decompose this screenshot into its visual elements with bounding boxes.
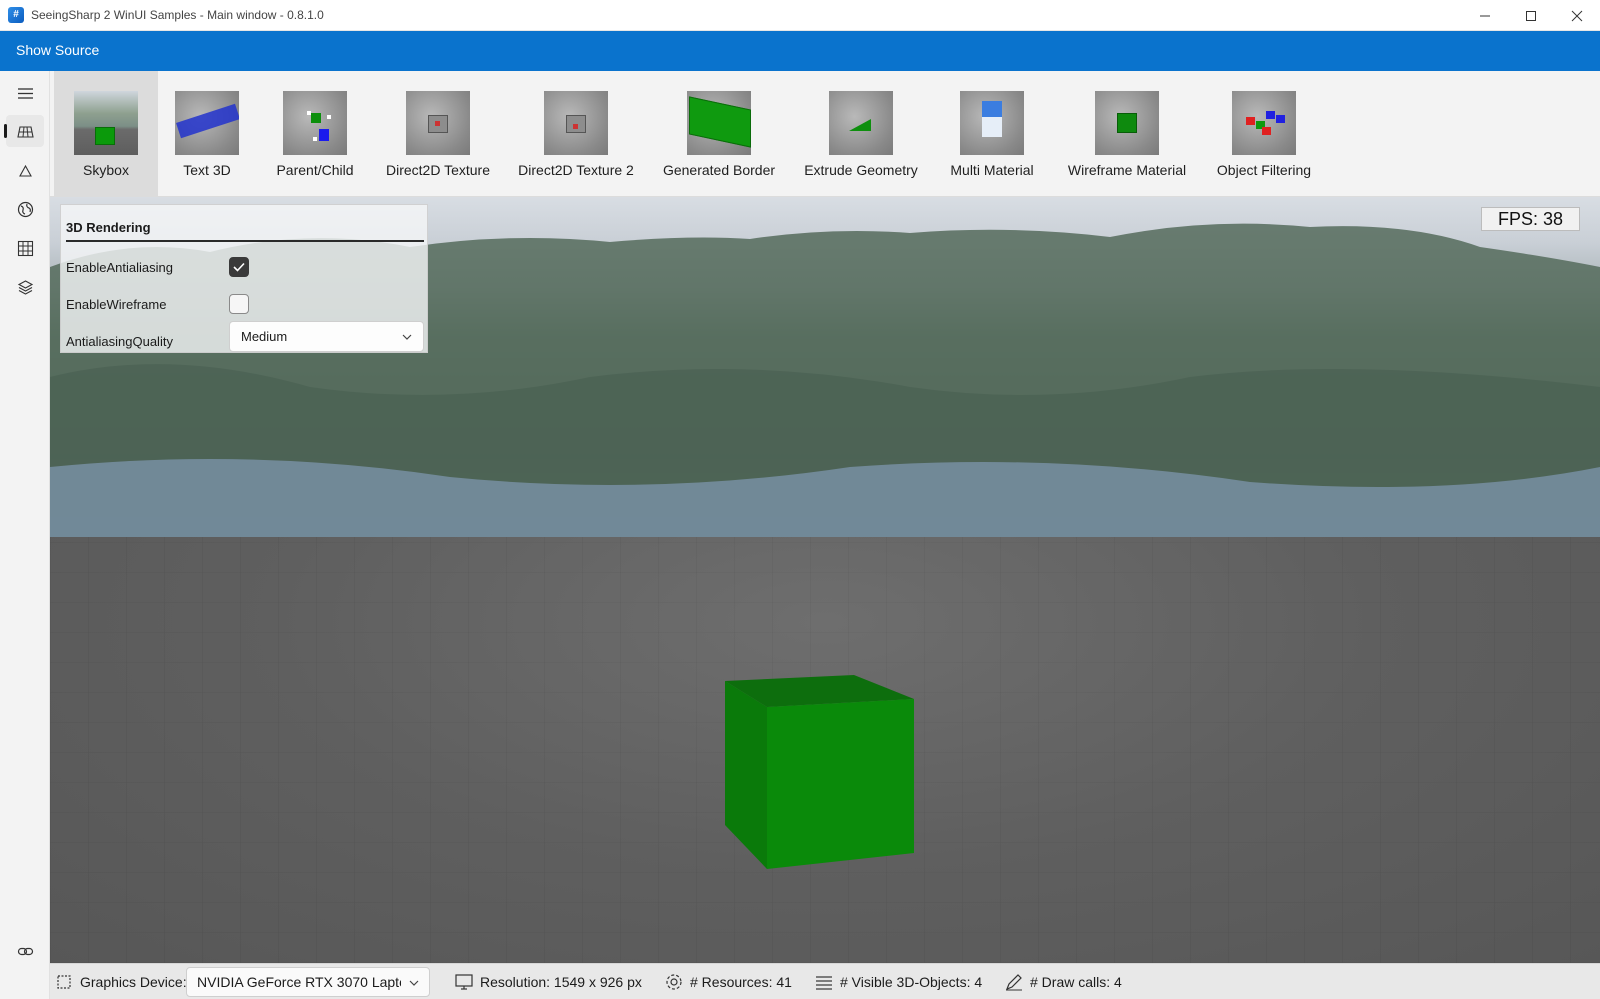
close-button[interactable] <box>1554 0 1600 31</box>
window-title: SeeingSharp 2 WinUI Samples - Main windo… <box>31 8 324 22</box>
minimize-icon <box>1480 15 1490 16</box>
triangle-icon <box>18 164 32 177</box>
panel-divider <box>66 240 424 242</box>
maximize-button[interactable] <box>1508 0 1554 31</box>
sample-gallery: Skybox Text 3D Parent/Child Direct2D Tex… <box>50 71 1600 197</box>
panel-title: 3D Rendering <box>66 220 151 235</box>
sample-multi-material[interactable]: Multi Material <box>942 71 1042 197</box>
rail-item-geometry[interactable] <box>6 155 44 187</box>
sample-label: Extrude Geometry <box>804 162 918 178</box>
enable-wireframe-label: EnableWireframe <box>66 297 167 312</box>
sample-parent-child[interactable]: Parent/Child <box>268 71 362 197</box>
resources-info: # Resources: 41 <box>664 964 792 999</box>
rail-item-table[interactable] <box>6 232 44 264</box>
table-grid-icon <box>17 240 33 256</box>
layers-icon <box>17 279 33 295</box>
show-source-button[interactable]: Show Source <box>16 42 99 58</box>
sample-label: Wireframe Material <box>1067 162 1187 178</box>
sample-label: Multi Material <box>950 162 1034 178</box>
object-filtering-thumbnail <box>1232 91 1296 155</box>
checkmark-icon <box>233 262 245 272</box>
chip-icon <box>57 975 71 989</box>
parent-child-thumbnail <box>283 91 347 155</box>
sample-skybox[interactable]: Skybox <box>54 71 158 197</box>
draw-calls-text: # Draw calls: 4 <box>1030 974 1122 990</box>
antialiasing-quality-value: Medium <box>241 329 288 344</box>
enable-wireframe-checkbox[interactable] <box>229 294 249 314</box>
close-icon <box>1571 10 1583 21</box>
generated-border-thumbnail <box>687 91 751 155</box>
navigation-rail <box>0 71 50 999</box>
list-icon <box>816 976 832 990</box>
resolution-text: Resolution: 1549 x 926 px <box>480 974 642 990</box>
antialiasing-quality-dropdown[interactable]: Medium <box>229 321 424 352</box>
sample-wireframe-material[interactable]: Wireframe Material <box>1064 71 1190 197</box>
visible-objects-text: # Visible 3D-Objects: 4 <box>840 974 983 990</box>
globe-icon <box>17 201 33 217</box>
sample-direct2d-texture[interactable]: Direct2D Texture <box>382 71 494 197</box>
hamburger-menu-icon <box>17 87 33 99</box>
sample-label: Generated Border <box>662 162 776 178</box>
antialiasing-quality-label: AntialiasingQuality <box>66 334 173 349</box>
skybox-thumbnail <box>74 91 138 155</box>
visible-objects-info: # Visible 3D-Objects: 4 <box>814 964 982 999</box>
title-bar: # SeeingSharp 2 WinUI Samples - Main win… <box>0 0 1600 31</box>
wireframe-material-thumbnail <box>1095 91 1159 155</box>
direct2d-texture-2-thumbnail <box>544 91 608 155</box>
sample-label: Object Filtering <box>1216 162 1312 178</box>
sample-text-3d[interactable]: Text 3D <box>166 71 248 197</box>
pencil-icon <box>1005 974 1022 991</box>
header-bar: Show Source <box>0 31 1600 71</box>
chevron-down-icon <box>409 980 419 986</box>
resolution-info: Resolution: 1549 x 926 px <box>454 964 642 999</box>
sample-label: Text 3D <box>183 162 231 178</box>
rail-item-layers[interactable] <box>6 271 44 303</box>
sample-direct2d-texture-2[interactable]: Direct2D Texture 2 <box>514 71 638 197</box>
draw-calls-info: # Draw calls: 4 <box>1004 964 1122 999</box>
grid-floor-icon <box>16 125 34 138</box>
sample-generated-border[interactable]: Generated Border <box>660 71 778 197</box>
extrude-geometry-thumbnail <box>829 91 893 155</box>
graphics-device-value: NVIDIA GeForce RTX 3070 Laptop <box>197 974 401 990</box>
sample-label: Skybox <box>83 162 129 178</box>
green-cube <box>725 675 914 869</box>
maximize-icon <box>1526 10 1536 21</box>
rail-item-links[interactable] <box>6 935 44 967</box>
fps-counter: FPS: 38 <box>1481 207 1580 231</box>
status-bar: Graphics Device: NVIDIA GeForce RTX 3070… <box>50 963 1600 999</box>
enable-antialiasing-checkbox[interactable] <box>229 257 249 277</box>
hamburger-menu-button[interactable] <box>6 77 44 109</box>
rail-item-basics[interactable] <box>4 115 44 147</box>
graphics-device-section: Graphics Device: <box>54 964 187 999</box>
chevron-down-icon <box>402 334 412 340</box>
link-icon <box>17 947 33 955</box>
window-controls <box>1462 0 1600 31</box>
monitor-icon <box>455 974 473 990</box>
sample-extrude-geometry[interactable]: Extrude Geometry <box>802 71 920 197</box>
graphics-device-dropdown[interactable]: NVIDIA GeForce RTX 3070 Laptop <box>186 967 430 997</box>
rail-item-world[interactable] <box>6 193 44 225</box>
text-3d-thumbnail <box>175 91 239 155</box>
render-viewport[interactable]: FPS: 38 3D Rendering EnableAntialiasing … <box>50 197 1600 963</box>
gear-icon <box>666 974 682 990</box>
resources-text: # Resources: 41 <box>690 974 792 990</box>
graphics-device-label: Graphics Device: <box>80 974 187 990</box>
enable-antialiasing-label: EnableAntialiasing <box>66 260 173 275</box>
sample-label: Direct2D Texture 2 <box>518 162 634 178</box>
rendering-settings-panel: 3D Rendering EnableAntialiasing EnableWi… <box>60 204 428 353</box>
sample-label: Direct2D Texture <box>385 162 490 178</box>
minimize-button[interactable] <box>1462 0 1508 31</box>
direct2d-texture-thumbnail <box>406 91 470 155</box>
app-icon: # <box>8 7 24 23</box>
multi-material-thumbnail <box>960 91 1024 155</box>
sample-object-filtering[interactable]: Object Filtering <box>1212 71 1316 197</box>
sample-label: Parent/Child <box>276 162 354 178</box>
